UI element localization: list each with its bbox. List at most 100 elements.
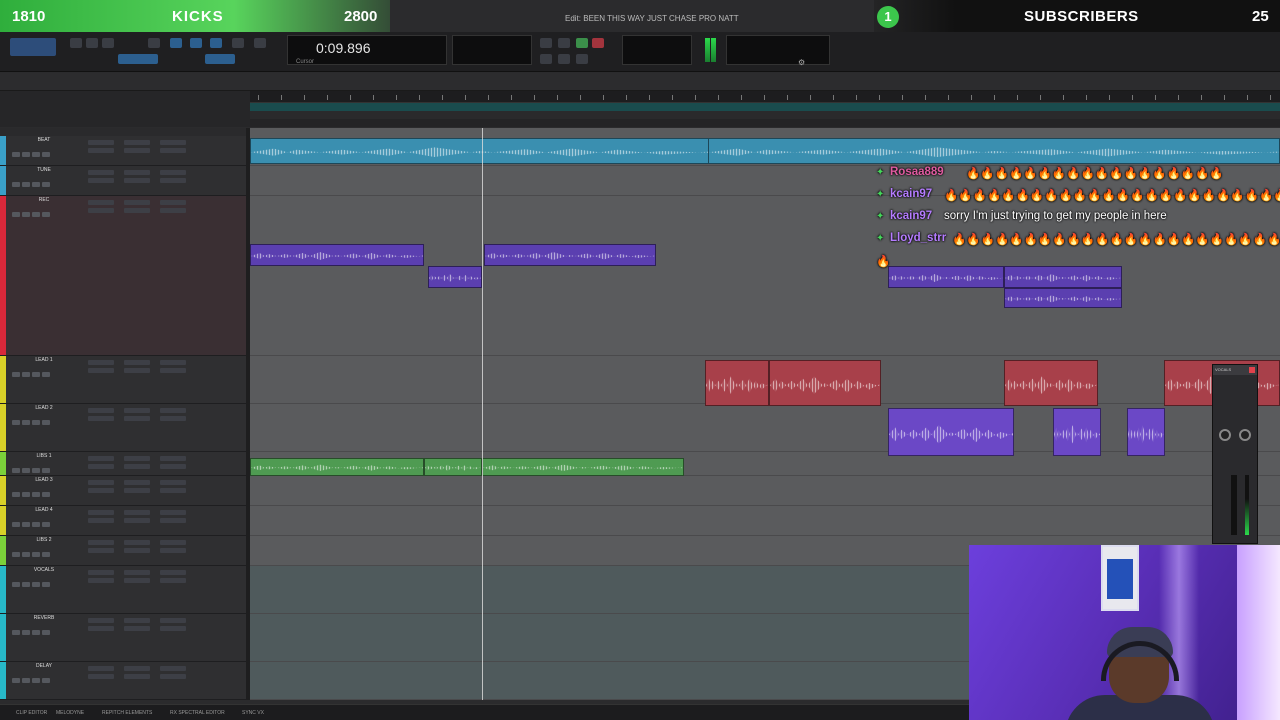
track-buttons[interactable] [12,144,62,157]
track-buttons[interactable] [12,484,62,497]
track-header[interactable]: VOCALS [0,566,246,614]
track-header[interactable]: LEAD 2 [0,404,246,452]
status-item[interactable]: REPITCH ELEMENTS [102,710,152,716]
track-buttons[interactable] [12,574,62,587]
insert-slot[interactable] [88,674,114,679]
timeline-rulers[interactable] [250,91,1280,127]
tempo-display[interactable] [622,35,692,65]
track-name[interactable]: REC [24,197,64,203]
insert-slot[interactable] [124,578,150,583]
track-name[interactable]: LIBS 1 [24,453,64,459]
gear-icon[interactable]: ⚙ [798,58,805,67]
audio-clip[interactable] [1127,408,1165,456]
insert-slot[interactable] [160,456,186,461]
insert-slot[interactable] [124,456,150,461]
track-name[interactable]: TUNE [24,167,64,173]
insert-slot[interactable] [160,416,186,421]
insert-slot[interactable] [160,510,186,515]
insert-slot[interactable] [160,540,186,545]
audio-clip[interactable] [769,360,881,406]
insert-slot[interactable] [160,140,186,145]
insert-slot[interactable] [88,480,114,485]
track-buttons[interactable] [12,174,62,187]
insert-slot[interactable] [88,518,114,523]
insert-slot[interactable] [124,626,150,631]
audio-clip[interactable] [250,138,710,164]
main-counter[interactable]: 0:09.896 Cursor [287,35,447,65]
edit-mode-buttons[interactable] [10,38,56,56]
insert-slot[interactable] [88,666,114,671]
insert-slot[interactable] [124,408,150,413]
insert-slot[interactable] [88,208,114,213]
track-buttons[interactable] [12,364,62,377]
insert-slot[interactable] [124,518,150,523]
insert-slot[interactable] [124,416,150,421]
insert-slot[interactable] [124,540,150,545]
insert-slot[interactable] [88,510,114,515]
forward-button[interactable] [558,54,570,64]
track-name[interactable]: BEAT [24,137,64,143]
insert-slot[interactable] [124,510,150,515]
insert-slot[interactable] [88,488,114,493]
insert-slot[interactable] [88,626,114,631]
insert-slot[interactable] [160,480,186,485]
insert-slot[interactable] [124,548,150,553]
tempo-ruler[interactable] [250,103,1280,111]
insert-slot[interactable] [160,360,186,365]
insert-slot[interactable] [160,200,186,205]
insert-slot[interactable] [160,488,186,493]
pencil-tool[interactable] [254,38,266,48]
track-header[interactable]: LIBS 2 [0,536,246,566]
insert-slot[interactable] [88,200,114,205]
insert-slot[interactable] [160,626,186,631]
track-header[interactable]: DELAY [0,662,246,700]
insert-slot[interactable] [124,178,150,183]
audio-clip[interactable] [484,244,656,266]
insert-slot[interactable] [124,208,150,213]
track-buttons[interactable] [12,670,62,683]
plugin-fader[interactable] [1231,475,1237,535]
track-buttons[interactable] [12,412,62,425]
back-button[interactable] [540,54,552,64]
insert-slot[interactable] [88,456,114,461]
insert-slot[interactable] [160,518,186,523]
zoomer-tool[interactable] [148,38,160,48]
insert-slot[interactable] [124,200,150,205]
status-item[interactable]: RX SPECTRAL EDITOR [170,710,225,716]
track-name[interactable]: LEAD 1 [24,357,64,363]
play-button[interactable] [576,38,588,48]
track-name[interactable]: LIBS 2 [24,537,64,543]
zoom-button-2[interactable] [86,38,98,48]
insert-slot[interactable] [88,570,114,575]
insert-slot[interactable] [88,148,114,153]
insert-slot[interactable] [124,488,150,493]
track-name[interactable]: LEAD 3 [24,477,64,483]
insert-slot[interactable] [88,464,114,469]
insert-slot[interactable] [88,140,114,145]
insert-slot[interactable] [160,170,186,175]
status-item[interactable]: SYNC VX [242,710,264,716]
audio-clip[interactable] [705,360,769,406]
selector-tool[interactable] [190,38,202,48]
audio-clip[interactable] [888,408,1014,456]
status-item[interactable]: CLIP EDITOR [16,710,47,716]
nudge-button[interactable] [205,54,235,64]
track-lane[interactable] [250,506,1280,536]
status-item[interactable]: MELODYNE [56,710,84,716]
insert-slot[interactable] [124,674,150,679]
insert-slot[interactable] [88,178,114,183]
track-header[interactable]: BEAT [0,136,246,166]
insert-slot[interactable] [124,464,150,469]
insert-slot[interactable] [124,170,150,175]
track-header[interactable]: LEAD 1 [0,356,246,404]
audio-clip[interactable] [708,138,1280,164]
insert-slot[interactable] [124,140,150,145]
stop-button[interactable] [558,38,570,48]
insert-slot[interactable] [160,570,186,575]
track-header[interactable]: REC [0,196,246,356]
insert-slot[interactable] [88,548,114,553]
audio-clip[interactable] [482,458,684,476]
audio-clip[interactable] [250,244,424,266]
insert-slot[interactable] [160,578,186,583]
insert-slot[interactable] [124,618,150,623]
